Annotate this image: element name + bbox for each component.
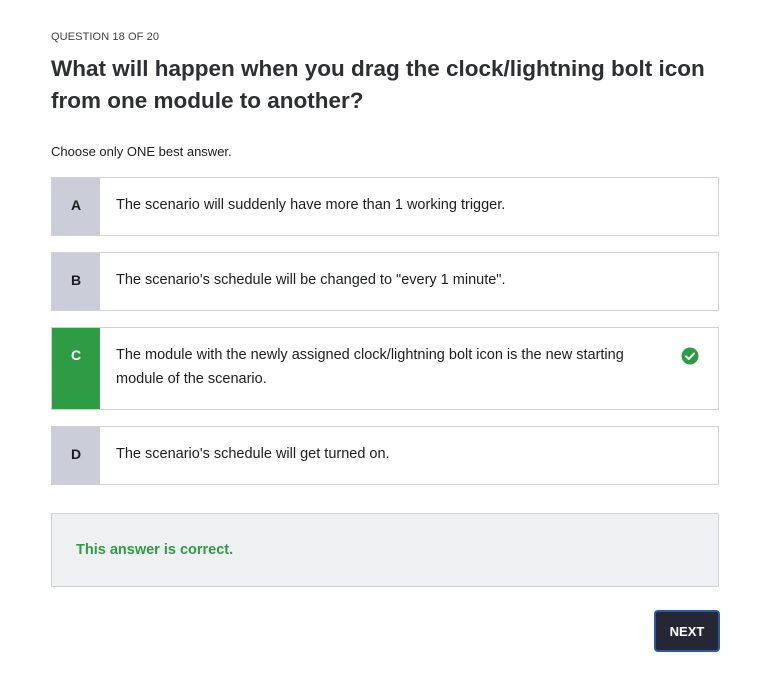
answer-option-d[interactable]: D The scenario's schedule will get turne… (51, 426, 719, 485)
next-button[interactable]: NEXT (654, 610, 720, 652)
check-circle-icon (681, 347, 699, 365)
answer-option-a[interactable]: A The scenario will suddenly have more t… (51, 177, 719, 236)
answer-option-b[interactable]: B The scenario's schedule will be change… (51, 252, 719, 311)
question-text: What will happen when you drag the clock… (51, 56, 705, 113)
question-progress: QUESTION 18 OF 20 (51, 31, 160, 43)
answer-option-c[interactable]: C The module with the newly assigned clo… (51, 327, 719, 410)
option-text: The scenario's schedule will get turned … (116, 446, 390, 462)
option-letter: C (52, 328, 100, 409)
option-text: The scenario will suddenly have more tha… (116, 197, 506, 213)
option-letter: B (52, 253, 100, 310)
answer-instruction: Choose only ONE best answer. (51, 144, 232, 159)
answer-options: A The scenario will suddenly have more t… (51, 177, 719, 501)
option-letter: A (52, 178, 100, 235)
option-letter: D (52, 427, 100, 484)
feedback-message: This answer is correct. (76, 542, 234, 558)
option-text: The scenario's schedule will be changed … (116, 272, 506, 288)
feedback-panel: This answer is correct. (51, 513, 719, 587)
option-text: The module with the newly assigned clock… (116, 347, 624, 387)
